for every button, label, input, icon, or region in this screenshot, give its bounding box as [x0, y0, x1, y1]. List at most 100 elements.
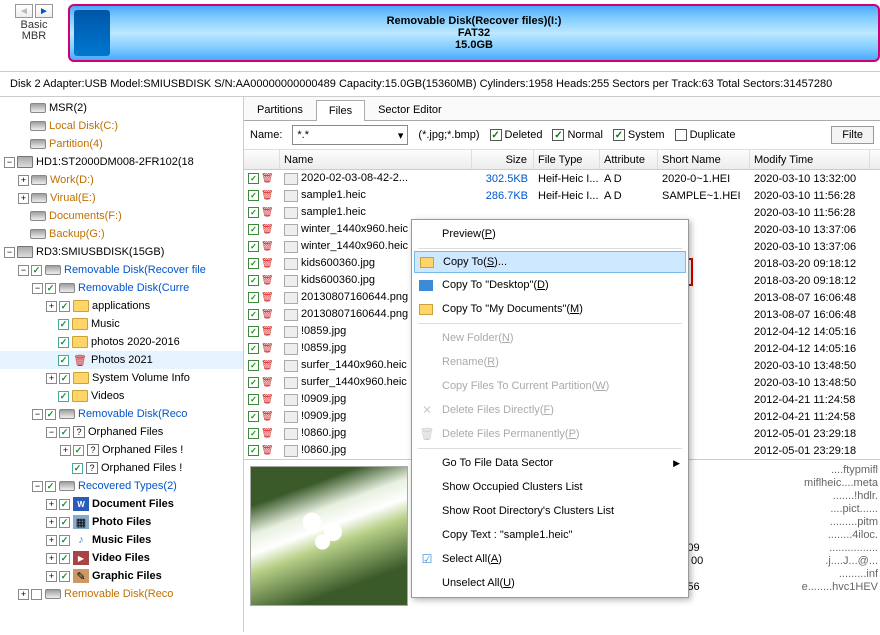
file-row[interactable]: ✓🗑 sample1.heic 286.7KBHeif-Heic I...A D…	[244, 187, 880, 204]
file-checkbox[interactable]: ✓	[248, 241, 259, 252]
tree-checkbox[interactable]: ✓	[59, 373, 70, 384]
collapse-icon[interactable]: −	[32, 283, 43, 294]
collapse-icon[interactable]: −	[32, 409, 43, 420]
file-checkbox[interactable]: ✓	[248, 394, 259, 405]
tree-checkbox[interactable]	[31, 589, 42, 600]
tree-photos2021[interactable]: ✓🗑Photos 2021	[0, 351, 243, 369]
file-checkbox[interactable]: ✓	[248, 360, 259, 371]
ctx-copy-text[interactable]: Copy Text : "sample1.heic"	[414, 523, 686, 547]
tree-msr[interactable]: MSR(2)	[0, 99, 243, 117]
tree-photos2016[interactable]: ✓photos 2020-2016	[0, 333, 243, 351]
file-checkbox[interactable]: ✓	[248, 292, 259, 303]
duplicate-checkbox[interactable]: Duplicate	[675, 129, 736, 141]
col-short[interactable]: Short Name	[658, 150, 750, 169]
file-checkbox[interactable]: ✓	[248, 326, 259, 337]
ctx-go-sector[interactable]: Go To File Data Sector▶	[414, 451, 686, 475]
ctx-show-occupied[interactable]: Show Occupied Clusters List	[414, 475, 686, 499]
tree-graphicfiles[interactable]: +✓✎Graphic Files	[0, 567, 243, 585]
expand-icon[interactable]: +	[60, 445, 71, 456]
tree-musicfiles[interactable]: +✓♪Music Files	[0, 531, 243, 549]
tree-removable-reco[interactable]: −✓Removable Disk(Reco	[0, 405, 243, 423]
tree-hd1[interactable]: −HD1:ST2000DM008-2FR102(18	[0, 153, 243, 171]
file-checkbox[interactable]: ✓	[248, 377, 259, 388]
file-checkbox[interactable]: ✓	[248, 258, 259, 269]
ctx-copy-to[interactable]: Copy To(S)...	[414, 251, 686, 273]
expand-icon[interactable]: +	[46, 301, 57, 312]
tab-files[interactable]: Files	[316, 100, 365, 121]
normal-checkbox[interactable]: ✓Normal	[552, 129, 602, 141]
tree-checkbox[interactable]: ✓	[58, 355, 69, 366]
file-checkbox[interactable]: ✓	[248, 309, 259, 320]
file-row[interactable]: ✓🗑 2020-02-03-08-42-2... 302.5KBHeif-Hei…	[244, 170, 880, 187]
nav-back-button[interactable]: ◄	[15, 4, 33, 18]
file-checkbox[interactable]: ✓	[248, 343, 259, 354]
tree-orphaned[interactable]: −✓?Orphaned Files	[0, 423, 243, 441]
col-name[interactable]: Name	[280, 150, 472, 169]
tree-checkbox[interactable]: ✓	[45, 481, 56, 492]
collapse-icon[interactable]: −	[18, 265, 29, 276]
col-attr[interactable]: Attribute	[600, 150, 658, 169]
tree-viruale[interactable]: +Virual(E:)	[0, 189, 243, 207]
expand-icon[interactable]: +	[18, 589, 29, 600]
tree-checkbox[interactable]: ✓	[59, 427, 70, 438]
disk-banner[interactable]: Removable Disk(Recover files)(I:) FAT32 …	[68, 4, 880, 62]
tree-localc[interactable]: Local Disk(C:)	[0, 117, 243, 135]
expand-icon[interactable]: +	[46, 571, 57, 582]
deleted-checkbox[interactable]: ✓Deleted	[490, 129, 543, 141]
collapse-icon[interactable]: −	[4, 157, 15, 168]
file-checkbox[interactable]: ✓	[248, 190, 259, 201]
tree-applications[interactable]: +✓applications	[0, 297, 243, 315]
tree-workd[interactable]: +Work(D:)	[0, 171, 243, 189]
tree-checkbox[interactable]: ✓	[58, 319, 69, 330]
ctx-select-all[interactable]: ☑Select All(A)	[414, 547, 686, 571]
col-size[interactable]: Size	[472, 150, 534, 169]
expand-icon[interactable]: +	[46, 499, 57, 510]
tree-videos[interactable]: ✓Videos	[0, 387, 243, 405]
tree-orphaned-2[interactable]: ✓?Orphaned Files !	[0, 459, 243, 477]
tab-sector-editor[interactable]: Sector Editor	[365, 99, 455, 120]
tree-sysvol[interactable]: +✓System Volume Info	[0, 369, 243, 387]
tree-checkbox[interactable]: ✓	[58, 337, 69, 348]
tree-backupg[interactable]: Backup(G:)	[0, 225, 243, 243]
tree-checkbox[interactable]: ✓	[45, 409, 56, 420]
expand-icon[interactable]: +	[46, 373, 57, 384]
sidebar-tree[interactable]: MSR(2) Local Disk(C:) Partition(4) −HD1:…	[0, 97, 244, 632]
system-checkbox[interactable]: ✓System	[613, 129, 665, 141]
tree-docfiles[interactable]: +✓WDocument Files	[0, 495, 243, 513]
col-type[interactable]: File Type	[534, 150, 600, 169]
expand-icon[interactable]: +	[46, 535, 57, 546]
tree-checkbox[interactable]: ✓	[59, 571, 70, 582]
tree-checkbox[interactable]: ✓	[59, 535, 70, 546]
tree-photofiles[interactable]: +✓▦Photo Files	[0, 513, 243, 531]
ctx-preview[interactable]: Preview(P)	[414, 222, 686, 246]
file-checkbox[interactable]: ✓	[248, 428, 259, 439]
filter-button[interactable]: Filte	[831, 126, 874, 144]
collapse-icon[interactable]: −	[46, 427, 57, 438]
nav-forward-button[interactable]: ►	[35, 4, 53, 18]
expand-icon[interactable]: +	[18, 175, 29, 186]
file-checkbox[interactable]: ✓	[248, 445, 259, 456]
tree-checkbox[interactable]: ✓	[59, 499, 70, 510]
expand-icon[interactable]: +	[46, 553, 57, 564]
tree-checkbox[interactable]: ✓	[73, 445, 84, 456]
tree-checkbox[interactable]: ✓	[72, 463, 83, 474]
collapse-icon[interactable]: −	[32, 481, 43, 492]
collapse-icon[interactable]: −	[4, 247, 15, 258]
ctx-copy-mydocs[interactable]: Copy To "My Documents"(M)	[414, 297, 686, 321]
ctx-copy-desktop[interactable]: Copy To "Desktop"(D)	[414, 273, 686, 297]
file-checkbox[interactable]: ✓	[248, 411, 259, 422]
tree-docsf[interactable]: Documents(F:)	[0, 207, 243, 225]
expand-icon[interactable]: +	[46, 517, 57, 528]
tree-partition4[interactable]: Partition(4)	[0, 135, 243, 153]
tree-checkbox[interactable]: ✓	[31, 265, 42, 276]
ctx-show-root[interactable]: Show Root Directory's Clusters List	[414, 499, 686, 523]
tree-videofiles[interactable]: +✓▶Video Files	[0, 549, 243, 567]
ctx-unselect-all[interactable]: Unselect All(U)	[414, 571, 686, 595]
tree-removable-current[interactable]: −✓Removable Disk(Curre	[0, 279, 243, 297]
tab-partitions[interactable]: Partitions	[244, 99, 316, 120]
tree-removable-reco2[interactable]: +Removable Disk(Reco	[0, 585, 243, 603]
tree-checkbox[interactable]: ✓	[59, 517, 70, 528]
tree-rd3[interactable]: −RD3:SMIUSBDISK(15GB)	[0, 243, 243, 261]
name-filter-dropdown[interactable]: *.*▾	[292, 125, 408, 145]
expand-icon[interactable]: +	[18, 193, 29, 204]
